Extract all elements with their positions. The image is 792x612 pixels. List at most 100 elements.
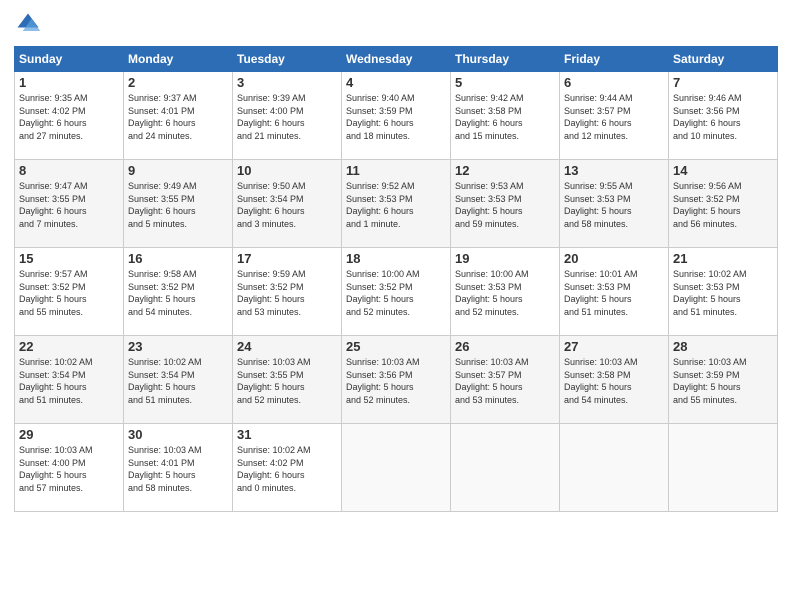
header-day: Monday xyxy=(124,47,233,72)
day-number: 2 xyxy=(128,75,228,90)
day-info: Sunrise: 10:03 AM Sunset: 3:57 PM Daylig… xyxy=(455,356,555,406)
calendar-cell: 6 Sunrise: 9:44 AM Sunset: 3:57 PM Daylig… xyxy=(560,72,669,160)
day-info: Sunrise: 10:00 AM Sunset: 3:53 PM Daylig… xyxy=(455,268,555,318)
day-info: Sunrise: 9:44 AM Sunset: 3:57 PM Dayligh… xyxy=(564,92,664,142)
calendar-cell: 17 Sunrise: 9:59 AM Sunset: 3:52 PM Dayli… xyxy=(233,248,342,336)
day-info: Sunrise: 10:02 AM Sunset: 3:54 PM Daylig… xyxy=(19,356,119,406)
calendar-cell: 15 Sunrise: 9:57 AM Sunset: 3:52 PM Dayli… xyxy=(15,248,124,336)
calendar-cell: 5 Sunrise: 9:42 AM Sunset: 3:58 PM Daylig… xyxy=(451,72,560,160)
day-info: Sunrise: 10:00 AM Sunset: 3:52 PM Daylig… xyxy=(346,268,446,318)
day-number: 19 xyxy=(455,251,555,266)
day-number: 5 xyxy=(455,75,555,90)
day-info: Sunrise: 9:39 AM Sunset: 4:00 PM Dayligh… xyxy=(237,92,337,142)
header-row: SundayMondayTuesdayWednesdayThursdayFrid… xyxy=(15,47,778,72)
day-info: Sunrise: 10:03 AM Sunset: 3:59 PM Daylig… xyxy=(673,356,773,406)
day-info: Sunrise: 9:35 AM Sunset: 4:02 PM Dayligh… xyxy=(19,92,119,142)
calendar-week-row: 29 Sunrise: 10:03 AM Sunset: 4:00 PM Dayl… xyxy=(15,424,778,512)
calendar-cell: 29 Sunrise: 10:03 AM Sunset: 4:00 PM Dayl… xyxy=(15,424,124,512)
day-number: 10 xyxy=(237,163,337,178)
day-info: Sunrise: 9:49 AM Sunset: 3:55 PM Dayligh… xyxy=(128,180,228,230)
calendar-cell: 22 Sunrise: 10:02 AM Sunset: 3:54 PM Dayl… xyxy=(15,336,124,424)
calendar-cell xyxy=(342,424,451,512)
day-info: Sunrise: 9:58 AM Sunset: 3:52 PM Dayligh… xyxy=(128,268,228,318)
day-info: Sunrise: 9:59 AM Sunset: 3:52 PM Dayligh… xyxy=(237,268,337,318)
day-info: Sunrise: 9:47 AM Sunset: 3:55 PM Dayligh… xyxy=(19,180,119,230)
day-number: 21 xyxy=(673,251,773,266)
day-number: 14 xyxy=(673,163,773,178)
calendar-cell: 13 Sunrise: 9:55 AM Sunset: 3:53 PM Dayli… xyxy=(560,160,669,248)
day-info: Sunrise: 9:42 AM Sunset: 3:58 PM Dayligh… xyxy=(455,92,555,142)
day-number: 22 xyxy=(19,339,119,354)
day-number: 30 xyxy=(128,427,228,442)
day-info: Sunrise: 10:02 AM Sunset: 3:53 PM Daylig… xyxy=(673,268,773,318)
calendar-cell: 4Sunrise: 9:40 AM Sunset: 3:59 PM Daylig… xyxy=(342,72,451,160)
day-number: 3 xyxy=(237,75,337,90)
day-info: Sunrise: 9:55 AM Sunset: 3:53 PM Dayligh… xyxy=(564,180,664,230)
calendar-cell: 10 Sunrise: 9:50 AM Sunset: 3:54 PM Dayli… xyxy=(233,160,342,248)
day-number: 27 xyxy=(564,339,664,354)
calendar-cell: 8 Sunrise: 9:47 AM Sunset: 3:55 PM Daylig… xyxy=(15,160,124,248)
day-info: Sunrise: 10:02 AM Sunset: 3:54 PM Daylig… xyxy=(128,356,228,406)
day-number: 17 xyxy=(237,251,337,266)
day-info: Sunrise: 10:02 AM Sunset: 4:02 PM Daylig… xyxy=(237,444,337,494)
day-number: 23 xyxy=(128,339,228,354)
day-number: 8 xyxy=(19,163,119,178)
calendar-cell: 12Sunrise: 9:53 AM Sunset: 3:53 PM Dayli… xyxy=(451,160,560,248)
calendar-cell: 26 Sunrise: 10:03 AM Sunset: 3:57 PM Dayl… xyxy=(451,336,560,424)
day-info: Sunrise: 9:46 AM Sunset: 3:56 PM Dayligh… xyxy=(673,92,773,142)
calendar-cell: 2 Sunrise: 9:37 AM Sunset: 4:01 PM Daylig… xyxy=(124,72,233,160)
calendar-cell: 9 Sunrise: 9:49 AM Sunset: 3:55 PM Daylig… xyxy=(124,160,233,248)
calendar-cell xyxy=(560,424,669,512)
day-number: 20 xyxy=(564,251,664,266)
page-header xyxy=(14,10,778,38)
day-number: 9 xyxy=(128,163,228,178)
calendar-cell: 11Sunrise: 9:52 AM Sunset: 3:53 PM Dayli… xyxy=(342,160,451,248)
calendar-table: SundayMondayTuesdayWednesdayThursdayFrid… xyxy=(14,46,778,512)
day-number: 24 xyxy=(237,339,337,354)
day-number: 31 xyxy=(237,427,337,442)
day-number: 13 xyxy=(564,163,664,178)
day-number: 26 xyxy=(455,339,555,354)
header-day: Saturday xyxy=(669,47,778,72)
calendar-cell: 20Sunrise: 10:01 AM Sunset: 3:53 PM Dayl… xyxy=(560,248,669,336)
calendar-week-row: 15 Sunrise: 9:57 AM Sunset: 3:52 PM Dayli… xyxy=(15,248,778,336)
day-info: Sunrise: 9:52 AM Sunset: 3:53 PM Dayligh… xyxy=(346,180,446,230)
calendar-cell: 21 Sunrise: 10:02 AM Sunset: 3:53 PM Dayl… xyxy=(669,248,778,336)
calendar-cell: 27Sunrise: 10:03 AM Sunset: 3:58 PM Dayl… xyxy=(560,336,669,424)
day-info: Sunrise: 10:03 AM Sunset: 3:56 PM Daylig… xyxy=(346,356,446,406)
logo-icon xyxy=(14,10,42,38)
calendar-cell: 7 Sunrise: 9:46 AM Sunset: 3:56 PM Daylig… xyxy=(669,72,778,160)
day-number: 25 xyxy=(346,339,446,354)
day-info: Sunrise: 9:50 AM Sunset: 3:54 PM Dayligh… xyxy=(237,180,337,230)
header-day: Wednesday xyxy=(342,47,451,72)
day-number: 7 xyxy=(673,75,773,90)
day-info: Sunrise: 9:37 AM Sunset: 4:01 PM Dayligh… xyxy=(128,92,228,142)
calendar-cell: 28Sunrise: 10:03 AM Sunset: 3:59 PM Dayl… xyxy=(669,336,778,424)
day-number: 16 xyxy=(128,251,228,266)
calendar-cell: 18 Sunrise: 10:00 AM Sunset: 3:52 PM Dayl… xyxy=(342,248,451,336)
calendar-cell: 23 Sunrise: 10:02 AM Sunset: 3:54 PM Dayl… xyxy=(124,336,233,424)
day-number: 29 xyxy=(19,427,119,442)
header-day: Tuesday xyxy=(233,47,342,72)
calendar-week-row: 1 Sunrise: 9:35 AM Sunset: 4:02 PM Daylig… xyxy=(15,72,778,160)
calendar-cell: 1 Sunrise: 9:35 AM Sunset: 4:02 PM Daylig… xyxy=(15,72,124,160)
header-day: Friday xyxy=(560,47,669,72)
calendar-cell: 25 Sunrise: 10:03 AM Sunset: 3:56 PM Dayl… xyxy=(342,336,451,424)
logo xyxy=(14,10,46,38)
header-day: Sunday xyxy=(15,47,124,72)
day-number: 18 xyxy=(346,251,446,266)
day-number: 15 xyxy=(19,251,119,266)
day-info: Sunrise: 10:03 AM Sunset: 4:00 PM Daylig… xyxy=(19,444,119,494)
day-info: Sunrise: 10:03 AM Sunset: 3:55 PM Daylig… xyxy=(237,356,337,406)
day-number: 1 xyxy=(19,75,119,90)
day-info: Sunrise: 9:57 AM Sunset: 3:52 PM Dayligh… xyxy=(19,268,119,318)
calendar-cell: 30 Sunrise: 10:03 AM Sunset: 4:01 PM Dayl… xyxy=(124,424,233,512)
day-number: 6 xyxy=(564,75,664,90)
header-day: Thursday xyxy=(451,47,560,72)
day-number: 12 xyxy=(455,163,555,178)
day-info: Sunrise: 10:03 AM Sunset: 4:01 PM Daylig… xyxy=(128,444,228,494)
calendar-cell: 31 Sunrise: 10:02 AM Sunset: 4:02 PM Dayl… xyxy=(233,424,342,512)
calendar-cell xyxy=(669,424,778,512)
calendar-cell xyxy=(451,424,560,512)
day-number: 4 xyxy=(346,75,446,90)
